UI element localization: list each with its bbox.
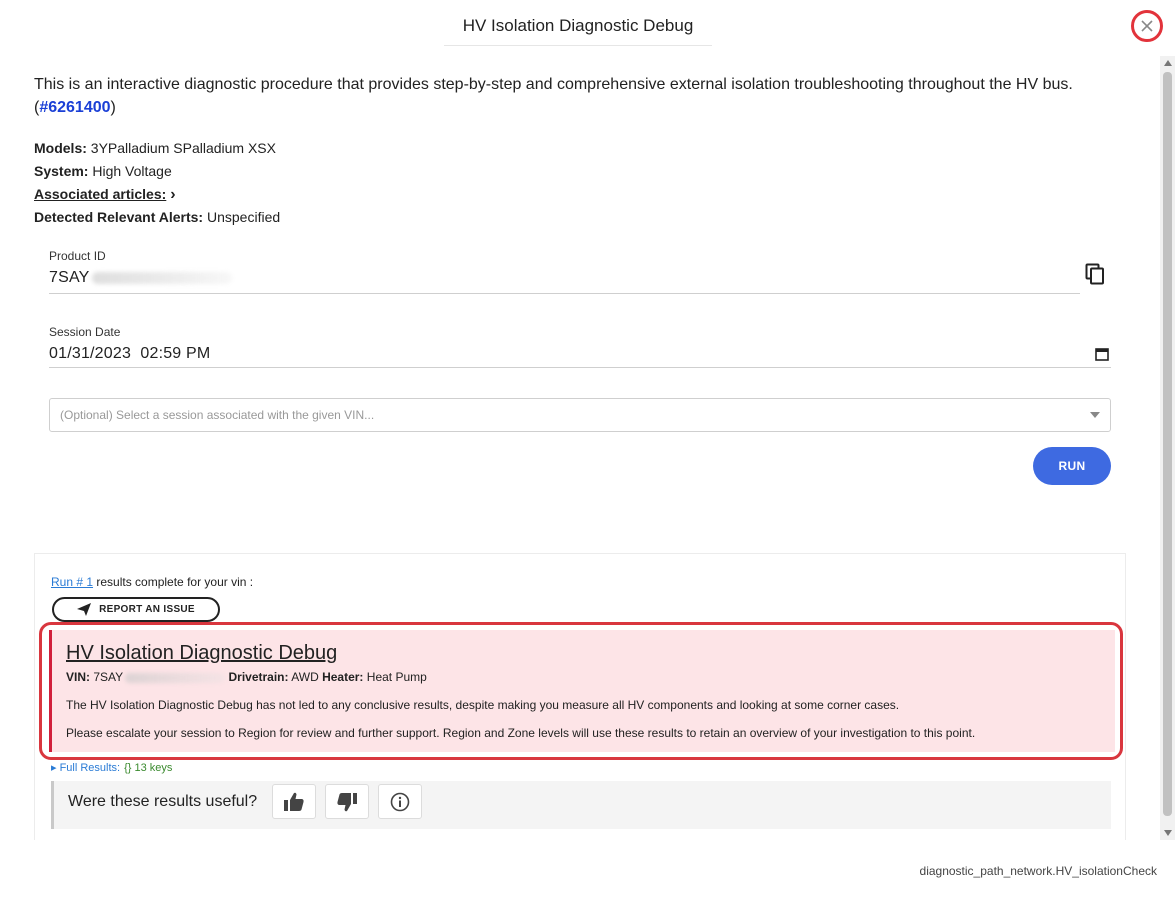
session-date-field[interactable]: Session Date 01/31/2023 02:59 PM [49, 325, 1111, 368]
alert-message-1: The HV Isolation Diagnostic Debug has no… [66, 698, 900, 712]
session-date-input[interactable]: 01/31/2023 02:59 PM [49, 345, 1111, 363]
diagnostic-modal: HV Isolation Diagnostic Debug This is an… [0, 0, 1175, 900]
result-alert: HV Isolation Diagnostic Debug VIN: 7SAY … [49, 630, 1115, 752]
intro-suffix: ) [110, 99, 116, 116]
models-row: Models: 3YPalladium SPalladium XSX [34, 140, 276, 156]
procedure-link[interactable]: #6261400 [39, 99, 110, 116]
info-icon [390, 792, 410, 811]
associated-articles-toggle[interactable]: Associated articles: › [34, 183, 634, 206]
product-id-label: Product ID [49, 249, 106, 263]
modal-header: HV Isolation Diagnostic Debug [0, 0, 1175, 56]
intro-text: This is an interactive diagnostic proced… [34, 76, 1073, 116]
run-link[interactable]: Run # 1 [51, 575, 93, 589]
thumbs-up-icon [284, 792, 304, 811]
calendar-button[interactable] [1095, 347, 1109, 366]
product-id-underline [49, 293, 1080, 294]
product-id-field[interactable]: Product ID 7SAY [49, 249, 1111, 294]
full-results-toggle[interactable]: ▸ Full Results:{} 13 keys [51, 761, 172, 774]
info-button[interactable] [378, 784, 422, 819]
copy-button[interactable] [1085, 263, 1105, 290]
product-id-input[interactable]: 7SAY [49, 269, 90, 286]
session-select[interactable]: (Optional) Select a session associated w… [49, 398, 1111, 432]
calendar-icon [1095, 348, 1109, 361]
run-status: Run # 1 results complete for your vin : [51, 575, 254, 589]
footer-path: diagnostic_path_network.HV_isolationChec… [919, 864, 1157, 878]
alerts-row: Detected Relevant Alerts: Unspecified [34, 209, 281, 225]
caret-down-icon [1090, 412, 1100, 418]
copy-icon [1085, 263, 1104, 285]
modal-title: HV Isolation Diagnostic Debug [444, 16, 712, 46]
close-icon [1141, 20, 1153, 32]
report-issue-label: REPORT AN ISSUE [99, 604, 195, 615]
redacted-text [125, 672, 226, 683]
session-date-label: Session Date [49, 325, 121, 339]
thumbs-down-icon [337, 792, 357, 811]
thumbs-up-button[interactable] [272, 784, 316, 819]
procedure-meta: Models: 3YPalladium SPalladium XSX Syste… [34, 137, 634, 229]
session-select-placeholder: (Optional) Select a session associated w… [60, 408, 375, 422]
vehicle-info: VIN: 7SAY Drivetrain: AWD Heater: Heat P… [66, 670, 427, 684]
scrollbar-thumb[interactable] [1163, 72, 1172, 816]
close-button[interactable] [1131, 10, 1163, 42]
system-row: System: High Voltage [34, 163, 172, 179]
intro-paragraph: This is an interactive diagnostic proced… [34, 73, 1129, 119]
arrow-up-icon [1163, 60, 1172, 66]
results-panel: Run # 1 results complete for your vin : … [34, 553, 1126, 840]
full-results-keys: {} 13 keys [124, 762, 173, 774]
feedback-question: Were these results useful? [68, 793, 258, 810]
feedback-bar: Were these results useful? [51, 781, 1111, 829]
session-date-underline [49, 367, 1111, 368]
alert-title[interactable]: HV Isolation Diagnostic Debug [66, 642, 337, 665]
report-issue-button[interactable]: REPORT AN ISSUE [52, 597, 220, 622]
scroll-up-button[interactable] [1160, 56, 1175, 70]
run-button[interactable]: RUN [1033, 447, 1111, 485]
redacted-text [91, 271, 232, 284]
arrow-down-icon [1163, 830, 1172, 836]
scroll-down-button[interactable] [1160, 826, 1175, 840]
scrollbar[interactable] [1160, 56, 1175, 840]
alert-message-2: Please escalate your session to Region f… [66, 726, 976, 740]
paper-plane-icon [77, 603, 92, 616]
thumbs-down-button[interactable] [325, 784, 369, 819]
chevron-right-icon: › [170, 186, 176, 203]
